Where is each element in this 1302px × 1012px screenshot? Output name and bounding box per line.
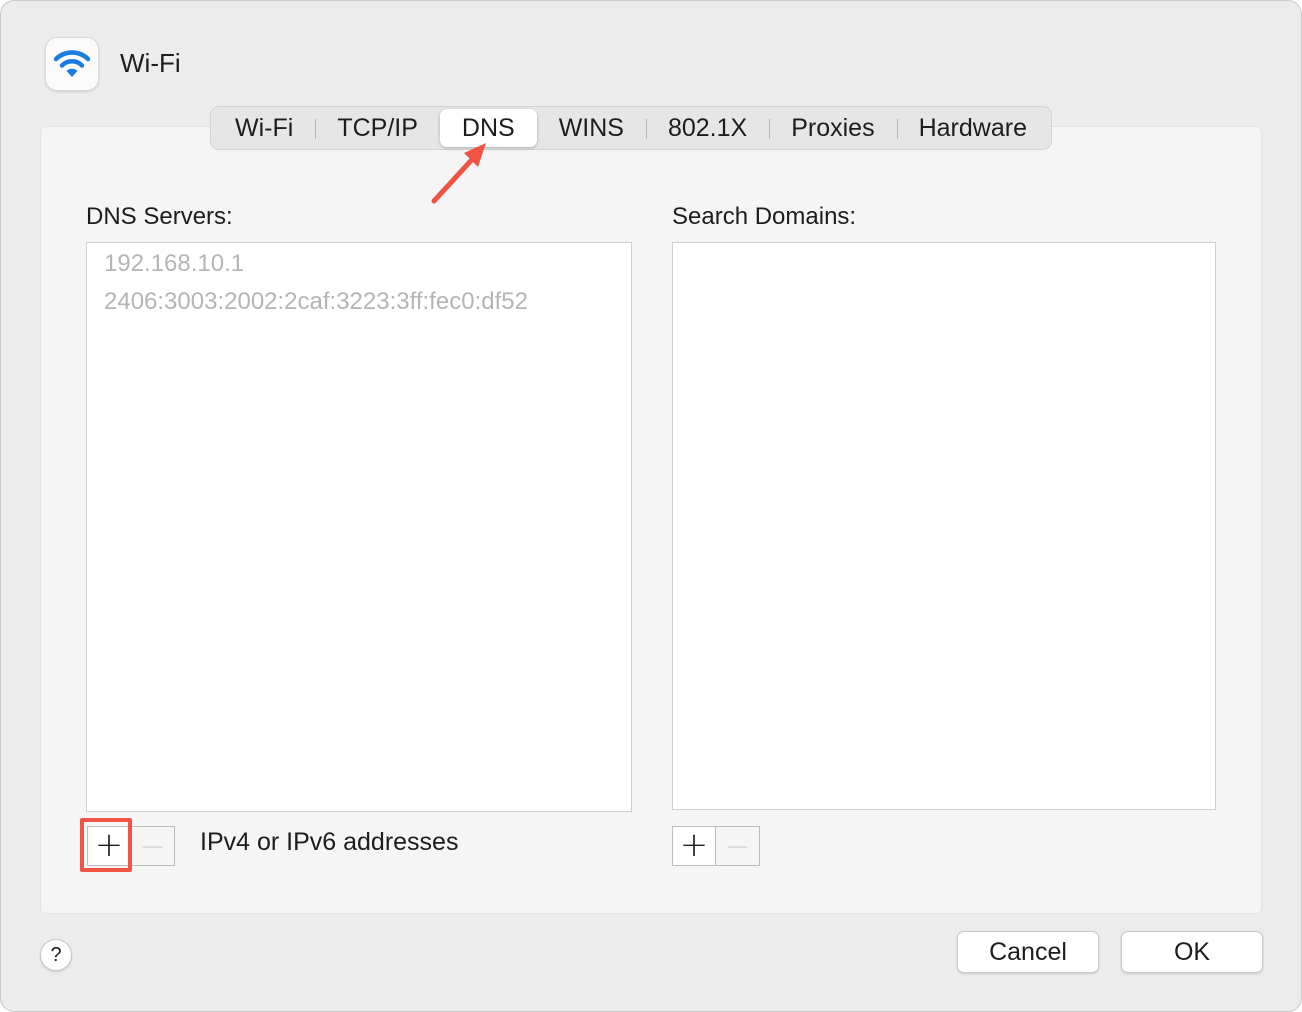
dns-servers-list[interactable]: 192.168.10.1 2406:3003:2002:2caf:3223:3f… (86, 242, 632, 812)
tab-wifi[interactable]: Wi-Fi (213, 109, 315, 147)
annotation-arrow-icon (431, 143, 486, 204)
page-title: Wi-Fi (120, 48, 181, 78)
list-item[interactable]: 192.168.10.1 (87, 245, 631, 283)
cancel-button[interactable]: Cancel (957, 931, 1099, 973)
list-item[interactable]: 2406:3003:2002:2caf:3223:3ff:fec0:df52 (87, 283, 631, 321)
tab-hardware[interactable]: Hardware (896, 109, 1049, 147)
tab-proxies[interactable]: Proxies (769, 109, 896, 147)
ok-button[interactable]: OK (1121, 931, 1263, 973)
minus-icon: — (726, 833, 749, 859)
dns-hint-text: IPv4 or IPv6 addresses (200, 828, 459, 856)
dns-servers-label: DNS Servers: (86, 203, 233, 230)
add-button-highlight (80, 818, 132, 872)
tab-bar: Wi-Fi TCP/IP DNS WINS 802.1X Proxies Har… (210, 106, 1052, 150)
add-search-domain-button[interactable]: + (672, 826, 716, 866)
tab-8021x[interactable]: 802.1X (645, 109, 769, 147)
tab-wins[interactable]: WINS (537, 109, 646, 147)
plus-icon: + (679, 824, 709, 865)
help-button[interactable]: ? (40, 939, 72, 971)
search-domains-list[interactable] (672, 242, 1216, 810)
remove-dns-server-button[interactable]: — (131, 826, 175, 866)
minus-icon: — (141, 833, 164, 859)
wifi-icon (45, 37, 99, 91)
remove-search-domain-button[interactable]: — (716, 826, 760, 866)
search-domains-label: Search Domains: (672, 203, 857, 230)
search-add-remove-group: + — (672, 826, 760, 866)
